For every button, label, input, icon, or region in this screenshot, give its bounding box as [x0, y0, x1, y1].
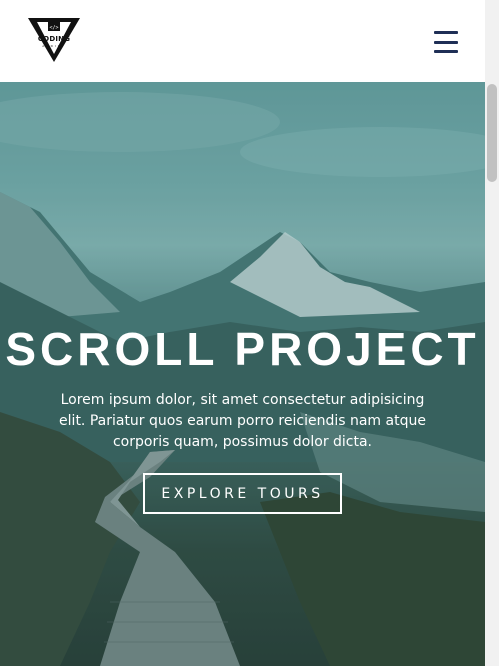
hero-title: SCROLL PROJECT: [5, 323, 480, 375]
scrollbar-thumb[interactable]: [487, 84, 497, 182]
nav-toggle-button[interactable]: [434, 31, 458, 53]
hero-description: Lorem ipsum dolor, sit amet consectetur …: [59, 392, 426, 450]
scrollbar[interactable]: [485, 0, 499, 666]
explore-tours-button[interactable]: EXPLORE TOURS: [143, 473, 342, 514]
hamburger-line: [434, 40, 458, 44]
svg-text:</>: </>: [49, 25, 58, 31]
logo-tagline: ADDICT: [42, 44, 66, 48]
hamburger-line: [434, 50, 458, 53]
logo-name: CODING: [37, 35, 71, 43]
page: </> CODING ADDICT SCROLL PROJECT Lorem i…: [0, 0, 485, 666]
navbar: </> CODING ADDICT: [0, 0, 485, 82]
hero: SCROLL PROJECT Lorem ipsum dolor, sit am…: [0, 82, 485, 666]
logo[interactable]: </> CODING ADDICT: [28, 18, 80, 64]
hero-banner: SCROLL PROJECT Lorem ipsum dolor, sit am…: [0, 320, 485, 514]
hamburger-line: [434, 31, 458, 34]
